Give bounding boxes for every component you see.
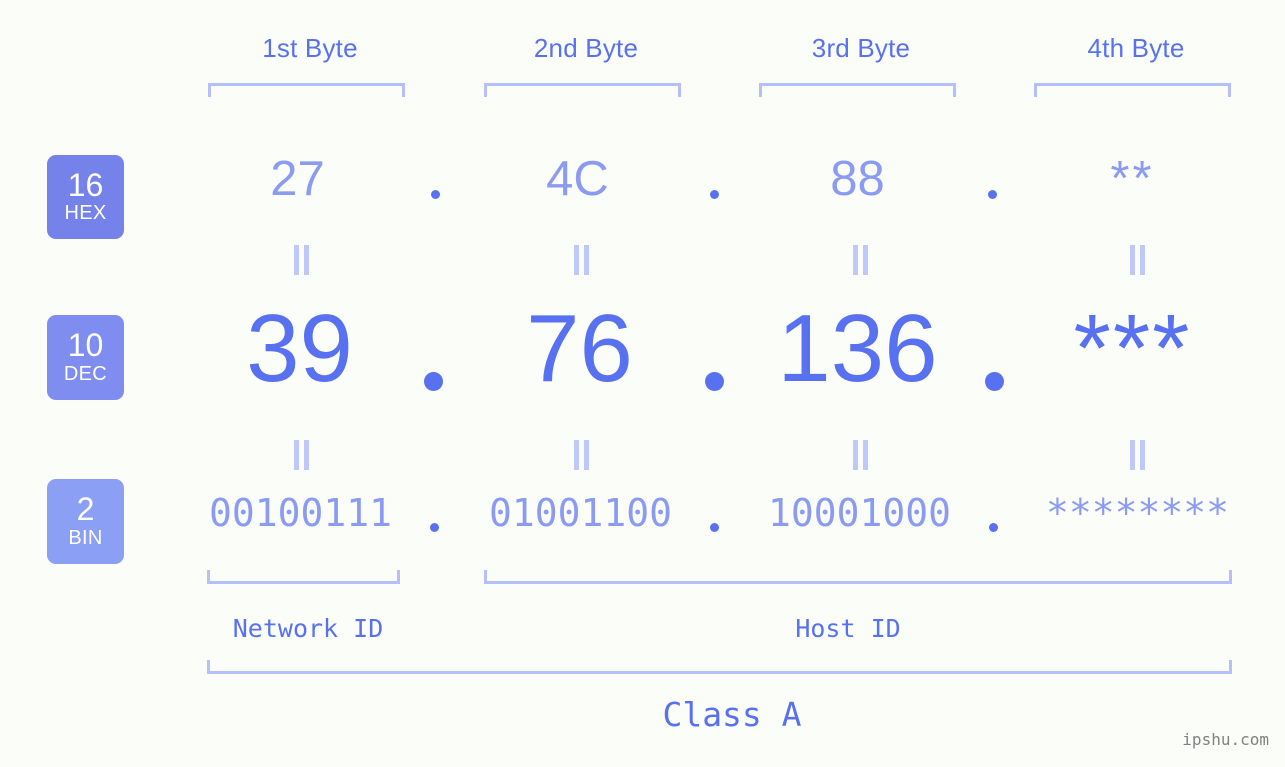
dec-separator-dot-3	[985, 372, 1004, 391]
base-badge-dec: 10 DEC	[47, 315, 124, 400]
bin-separator-dot-2	[710, 523, 719, 532]
bin-byte-2: 01001100	[488, 491, 673, 535]
ip-address-breakdown-diagram: 1st Byte 2nd Byte 3rd Byte 4th Byte 16 H…	[0, 0, 1285, 767]
equals-symbol-hex-dec-4	[1126, 245, 1148, 275]
dec-separator-dot-1	[424, 372, 443, 391]
class-label: Class A	[662, 695, 802, 734]
byte-bracket-top-1	[208, 83, 405, 97]
base-badge-hex: 16 HEX	[47, 155, 124, 239]
hex-separator-dot-3	[988, 190, 997, 199]
bin-byte-3: 10001000	[767, 491, 952, 535]
class-bracket	[207, 660, 1232, 674]
hex-byte-4: **	[1110, 152, 1155, 206]
base-badge-bin-name: BIN	[68, 526, 103, 549]
equals-symbol-dec-bin-4	[1126, 440, 1148, 470]
equals-symbol-hex-dec-2	[570, 245, 592, 275]
byte-bracket-top-3	[759, 83, 956, 97]
byte-header-2: 2nd Byte	[533, 33, 639, 63]
host-id-label: Host ID	[795, 614, 901, 643]
equals-symbol-dec-bin-3	[849, 440, 871, 470]
base-badge-hex-name: HEX	[64, 202, 107, 225]
dec-byte-4: ***	[1073, 295, 1192, 402]
base-badge-dec-number: 10	[67, 327, 104, 364]
hex-byte-3: 88	[830, 152, 885, 206]
base-badge-dec-name: DEC	[63, 362, 108, 385]
dec-byte-3: 136	[777, 295, 938, 402]
site-watermark: ipshu.com	[1182, 730, 1269, 749]
bin-separator-dot-3	[989, 523, 998, 532]
hex-separator-dot-2	[710, 190, 719, 199]
hex-separator-dot-1	[431, 190, 440, 199]
equals-symbol-dec-bin-1	[290, 440, 312, 470]
equals-symbol-hex-dec-1	[290, 245, 312, 275]
byte-bracket-top-2	[484, 83, 681, 97]
byte-bracket-top-4	[1034, 83, 1231, 97]
equals-symbol-hex-dec-3	[849, 245, 871, 275]
equals-symbol-dec-bin-2	[570, 440, 592, 470]
dec-byte-2: 76	[526, 295, 633, 402]
base-badge-bin: 2 BIN	[47, 479, 124, 564]
bin-byte-1: 00100111	[208, 491, 393, 535]
dec-separator-dot-2	[705, 372, 724, 391]
bin-separator-dot-1	[430, 523, 439, 532]
host-id-bracket	[484, 570, 1232, 584]
dec-byte-1: 39	[246, 295, 353, 402]
bin-byte-4: ********	[1045, 491, 1230, 535]
network-id-bracket	[207, 570, 400, 584]
base-badge-hex-number: 16	[67, 166, 104, 203]
base-badge-bin-number: 2	[76, 491, 95, 528]
hex-byte-2: 4C	[546, 152, 609, 206]
byte-header-4: 4th Byte	[1087, 33, 1185, 63]
hex-byte-1: 27	[270, 152, 325, 206]
network-id-label: Network ID	[232, 614, 384, 643]
byte-header-1: 1st Byte	[262, 33, 358, 63]
byte-header-3: 3rd Byte	[811, 33, 911, 63]
